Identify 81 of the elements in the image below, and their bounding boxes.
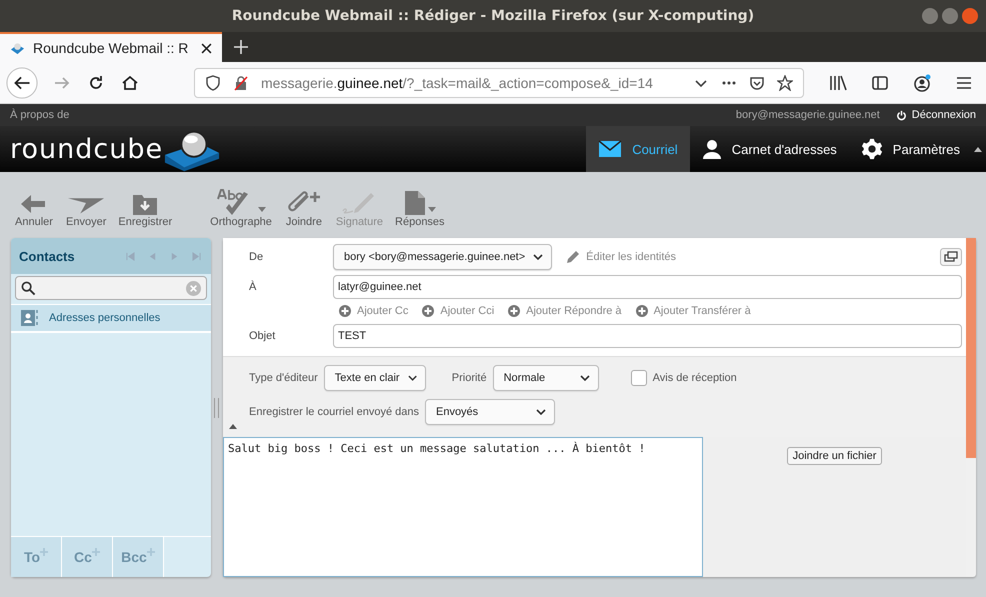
dropdown-caret-icon (428, 207, 436, 212)
checkbox-label: Avis de réception (652, 372, 737, 384)
collapse-icon[interactable] (229, 424, 237, 429)
close-button[interactable] (962, 8, 978, 24)
toolbar-button[interactable]: Envoyer (66, 188, 106, 228)
logo-text: roundcube (10, 134, 164, 164)
about-link[interactable]: À propos de (10, 109, 70, 121)
folder-download-icon (132, 192, 158, 216)
toolbar-button[interactable]: Réponses (395, 188, 445, 228)
plus-icon (92, 548, 100, 556)
address-bar[interactable]: messagerie.guinee.net/?_task=mail&_action=compose&_id=14 (194, 68, 804, 98)
add-header-link[interactable]: Ajouter Cci (422, 305, 494, 317)
minimize-button[interactable] (922, 8, 938, 24)
chevron-down-icon (408, 375, 417, 381)
url-text: messagerie.guinee.net/?_task=mail&_action=compose&_id=14 (261, 74, 654, 90)
plus-circle-icon (508, 305, 520, 317)
plus-circle-icon (339, 305, 351, 317)
account-icon[interactable] (912, 72, 932, 92)
sent-folder-dropdown[interactable]: Envoyés (424, 399, 555, 425)
envelope-icon (598, 140, 622, 158)
person-icon (702, 139, 722, 159)
recipient-field[interactable]: latyr@guinee.net (333, 274, 962, 298)
option-label: Type d'éditeur (249, 372, 318, 384)
plus-icon (146, 548, 155, 556)
search-field[interactable] (15, 276, 207, 300)
add-header-link[interactable]: Ajouter Cc (339, 305, 408, 317)
toolbar-button[interactable]: Annuler (14, 188, 54, 228)
star-icon[interactable] (777, 74, 793, 90)
field-label: À (249, 280, 258, 292)
subject-field[interactable]: TEST (333, 324, 962, 348)
chevron-down-icon (536, 409, 546, 415)
chevron-down-icon (533, 254, 544, 260)
logout-link[interactable]: Déconnexion (896, 109, 976, 121)
attach-file-button[interactable]: Joindre un fichier (786, 447, 882, 465)
field-label: Objet (249, 330, 276, 342)
plus-circle-icon (422, 305, 434, 317)
add-header-link[interactable]: Ajouter Transférer à (636, 305, 751, 317)
power-icon (896, 110, 907, 120)
scrollbar[interactable] (966, 238, 976, 458)
shield-icon (205, 74, 221, 90)
chevron-down-icon (580, 375, 590, 381)
library-icon[interactable] (828, 72, 848, 92)
cube-icon (10, 40, 25, 56)
user-email: bory@messagerie.guinee.net (736, 109, 880, 121)
plus-circle-icon (636, 305, 648, 317)
window-title: Roundcube Webmail :: Rédiger - Mozilla Firefox (sur X-computing) (232, 8, 754, 24)
toolbar-button[interactable]: Joindre (284, 188, 324, 228)
browser-tab[interactable]: Roundcube Webmail :: R (0, 32, 222, 62)
option-label: Enregistrer le courriel envoyé dans (249, 406, 419, 418)
search-icon (21, 280, 36, 296)
pencil-icon (566, 250, 580, 264)
toolbar-button[interactable]: Orthographe (210, 188, 272, 228)
edit-identities-link[interactable]: Éditer les identités (566, 250, 676, 264)
plus-icon[interactable] (234, 40, 248, 54)
editor-type-dropdown[interactable]: Texte en clair (324, 365, 426, 391)
sender-dropdown[interactable]: bory <bory@messagerie.guinee.net> (333, 244, 552, 270)
toolbar-button[interactable]: Enregistrer (118, 188, 172, 228)
pocket-icon[interactable] (749, 74, 765, 90)
option-label: Priorité (452, 372, 487, 384)
popout-window-icon[interactable] (940, 248, 962, 266)
settings-icon (860, 138, 883, 160)
nav-tab[interactable]: Paramètres (848, 126, 972, 172)
field-label: De (249, 251, 264, 263)
caret-icon[interactable] (974, 146, 982, 152)
checkbox[interactable] (630, 370, 647, 386)
dropdown-caret-icon (258, 207, 266, 212)
splitter-handle[interactable] (214, 398, 219, 418)
message-body-field[interactable]: Salut big boss ! Ceci est un message salutation ... À bientôt ! (223, 437, 703, 577)
document-icon (404, 190, 426, 216)
plus-icon (40, 548, 48, 556)
nav-tab[interactable]: Carnet d'adresses (690, 126, 849, 172)
priority-dropdown[interactable]: Normale (492, 365, 599, 391)
address-book-icon (21, 309, 39, 327)
maximize-button[interactable] (942, 8, 958, 24)
panel-title: Contacts (19, 248, 75, 264)
add-header-link[interactable]: Ajouter Répondre à (508, 305, 622, 317)
back-icon[interactable] (6, 66, 38, 98)
address-book-item[interactable]: Adresses personnelles (11, 304, 211, 333)
nav-tab[interactable]: Courriel (586, 126, 690, 172)
insecure-lock-icon (233, 74, 249, 90)
close-icon[interactable] (201, 42, 212, 54)
